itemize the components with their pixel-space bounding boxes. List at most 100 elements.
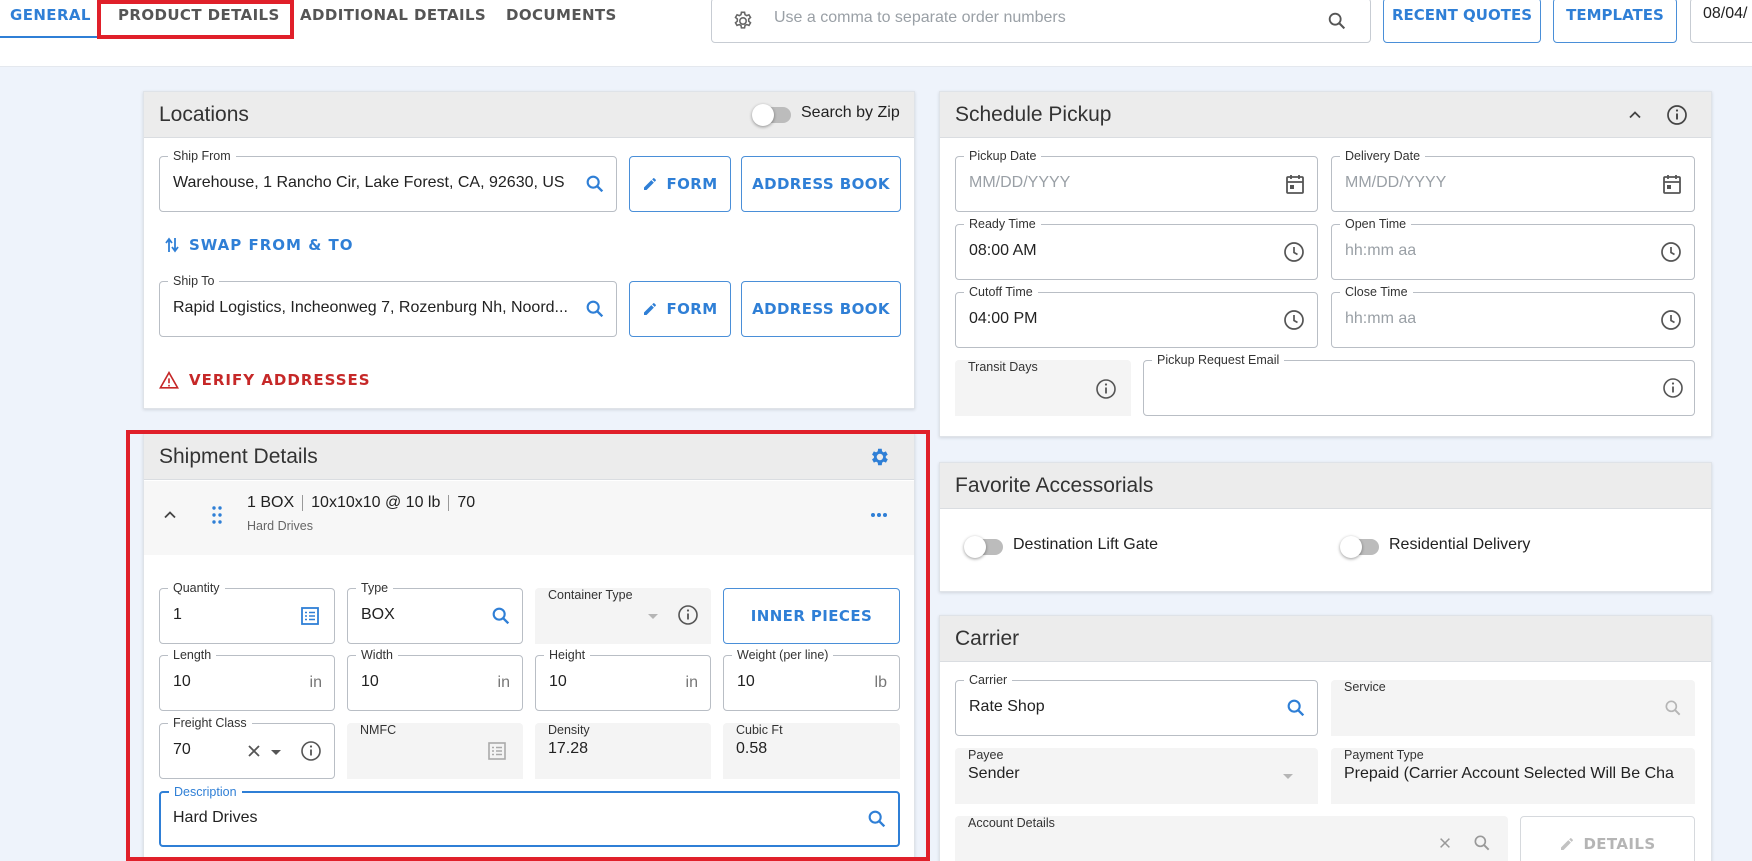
pickup-date-field[interactable]: Pickup Date MM/DD/YYYY <box>955 148 1318 212</box>
clock-icon[interactable] <box>1283 309 1305 331</box>
ready-time-value: 08:00 AM <box>969 242 1037 259</box>
transit-days-field: Transit Days <box>955 360 1131 416</box>
form-label: FORM <box>666 175 718 193</box>
carrier-header: Carrier <box>940 616 1711 662</box>
verify-addresses-button[interactable]: VERIFY ADDRESSES <box>159 371 371 389</box>
templates-button[interactable]: TEMPLATES <box>1553 0 1677 43</box>
payee-field[interactable]: Payee Sender <box>955 748 1318 804</box>
dropdown-arrow-icon[interactable] <box>1282 766 1304 788</box>
pickup-date-input[interactable]: MM/DD/YYYY <box>969 174 1070 192</box>
date-field[interactable]: 08/04/ <box>1690 0 1752 43</box>
account-details-label: Account Details <box>968 816 1055 830</box>
carrier-label: Carrier <box>964 672 1013 688</box>
warning-icon <box>159 371 179 389</box>
payee-value: Sender <box>968 765 1020 782</box>
open-time-field[interactable]: Open Time hh:mm aa <box>1331 216 1695 280</box>
delivery-date-input[interactable]: MM/DD/YYYY <box>1345 174 1446 192</box>
residential-delivery-label: Residential Delivery <box>1389 536 1531 553</box>
schedule-header: Schedule Pickup <box>940 92 1711 138</box>
schedule-title: Schedule Pickup <box>955 103 1112 126</box>
info-icon[interactable] <box>1662 377 1684 399</box>
open-time-input[interactable]: hh:mm aa <box>1345 242 1416 260</box>
delivery-date-field[interactable]: Delivery Date MM/DD/YYYY <box>1331 148 1695 212</box>
search-icon[interactable] <box>1285 697 1307 719</box>
search-input[interactable]: Use a comma to separate order numbers <box>774 9 1066 27</box>
ship-from-field[interactable]: Ship From Warehouse, 1 Rancho Cir, Lake … <box>159 148 617 212</box>
ship-to-address-book-button[interactable]: ADDRESS BOOK <box>741 281 901 337</box>
delivery-date-label: Delivery Date <box>1340 148 1426 164</box>
search-icon[interactable] <box>1326 10 1348 32</box>
ship-from-address-book-button[interactable]: ADDRESS BOOK <box>741 156 901 212</box>
cutoff-time-value: 04:00 PM <box>969 310 1038 327</box>
cutoff-time-field[interactable]: Cutoff Time 04:00 PM <box>955 284 1318 348</box>
form-label: FORM <box>666 300 718 318</box>
carrier-card: Carrier Carrier Rate Shop Service Payee … <box>939 615 1712 861</box>
tab-documents[interactable]: DOCUMENTS <box>506 0 617 36</box>
service-label: Service <box>1344 680 1386 694</box>
info-icon[interactable] <box>1666 104 1688 126</box>
pencil-icon <box>644 303 657 315</box>
payment-type-label: Payment Type <box>1344 748 1424 762</box>
clock-icon[interactable] <box>1283 241 1305 263</box>
pickup-request-email-label: Pickup Request Email <box>1152 352 1285 368</box>
tab-general[interactable]: GENERAL <box>10 0 91 36</box>
clock-icon[interactable] <box>1660 309 1682 331</box>
close-time-input[interactable]: hh:mm aa <box>1345 310 1416 328</box>
ship-to-value: Rapid Logistics, Incheonweg 7, Rozenburg… <box>173 299 568 316</box>
recent-quotes-button[interactable]: RECENT QUOTES <box>1383 0 1541 43</box>
carrier-title: Carrier <box>955 627 1020 650</box>
chevron-up-icon[interactable] <box>1627 107 1643 123</box>
gear-icon[interactable] <box>732 10 754 32</box>
clear-icon[interactable] <box>1438 836 1460 858</box>
swap-from-to-button[interactable]: SWAP FROM & TO <box>165 236 353 254</box>
search-icon[interactable] <box>584 173 606 195</box>
accessorials-title: Favorite Accessorials <box>955 474 1154 497</box>
open-time-label: Open Time <box>1340 216 1412 232</box>
pencil-icon <box>644 178 657 190</box>
info-icon[interactable] <box>1095 378 1117 400</box>
ready-time-field[interactable]: Ready Time 08:00 AM <box>955 216 1318 280</box>
close-time-field[interactable]: Close Time hh:mm aa <box>1331 284 1695 348</box>
highlight-shipment-details <box>126 430 930 861</box>
account-details-field[interactable]: Account Details <box>955 816 1508 861</box>
tab-additional-details[interactable]: ADDITIONAL DETAILS <box>300 0 486 36</box>
destination-lift-gate-label: Destination Lift Gate <box>1013 536 1158 553</box>
locations-card: Locations Search by Zip Ship From Wareho… <box>143 91 915 409</box>
ship-from-label: Ship From <box>168 148 236 164</box>
pickup-request-email-field[interactable]: Pickup Request Email <box>1143 352 1695 416</box>
ship-to-field[interactable]: Ship To Rapid Logistics, Incheonweg 7, R… <box>159 273 617 337</box>
payment-type-value: Prepaid (Carrier Account Selected Will B… <box>1344 765 1674 782</box>
details-label: DETAILS <box>1583 835 1656 853</box>
ship-to-label: Ship To <box>168 273 220 289</box>
search-by-zip-toggle[interactable] <box>752 104 791 126</box>
details-button[interactable]: DETAILS <box>1520 816 1695 861</box>
calendar-icon[interactable] <box>1285 173 1307 195</box>
clock-icon[interactable] <box>1660 241 1682 263</box>
ship-from-value: Warehouse, 1 Rancho Cir, Lake Forest, CA… <box>173 174 565 191</box>
ship-to-form-button[interactable]: FORM <box>629 281 731 337</box>
ship-from-form-button[interactable]: FORM <box>629 156 731 212</box>
highlight-product-details <box>97 0 294 39</box>
search-icon[interactable] <box>584 298 606 320</box>
destination-lift-gate-toggle[interactable] <box>964 536 1003 558</box>
service-field[interactable]: Service <box>1331 680 1695 736</box>
search-icon[interactable] <box>1663 698 1685 720</box>
residential-delivery-toggle[interactable] <box>1340 536 1379 558</box>
pencil-icon <box>1561 838 1574 850</box>
verify-label: VERIFY ADDRESSES <box>189 371 371 389</box>
swap-label: SWAP FROM & TO <box>189 236 354 254</box>
cutoff-time-label: Cutoff Time <box>964 284 1038 300</box>
swap-icon <box>165 237 179 253</box>
favorite-accessorials-card: Favorite Accessorials Destination Lift G… <box>939 462 1712 592</box>
carrier-field[interactable]: Carrier Rate Shop <box>955 672 1318 736</box>
carrier-value: Rate Shop <box>969 698 1045 715</box>
order-search-field[interactable]: Use a comma to separate order numbers <box>711 0 1371 43</box>
tab-active-indicator <box>0 36 101 38</box>
locations-header: Locations Search by Zip <box>144 92 914 138</box>
payment-type-field[interactable]: Payment Type Prepaid (Carrier Account Se… <box>1331 748 1695 804</box>
pickup-date-label: Pickup Date <box>964 148 1042 164</box>
payee-label: Payee <box>968 748 1004 762</box>
accessorials-header: Favorite Accessorials <box>940 463 1711 509</box>
calendar-icon[interactable] <box>1662 173 1684 195</box>
search-icon[interactable] <box>1472 833 1494 855</box>
